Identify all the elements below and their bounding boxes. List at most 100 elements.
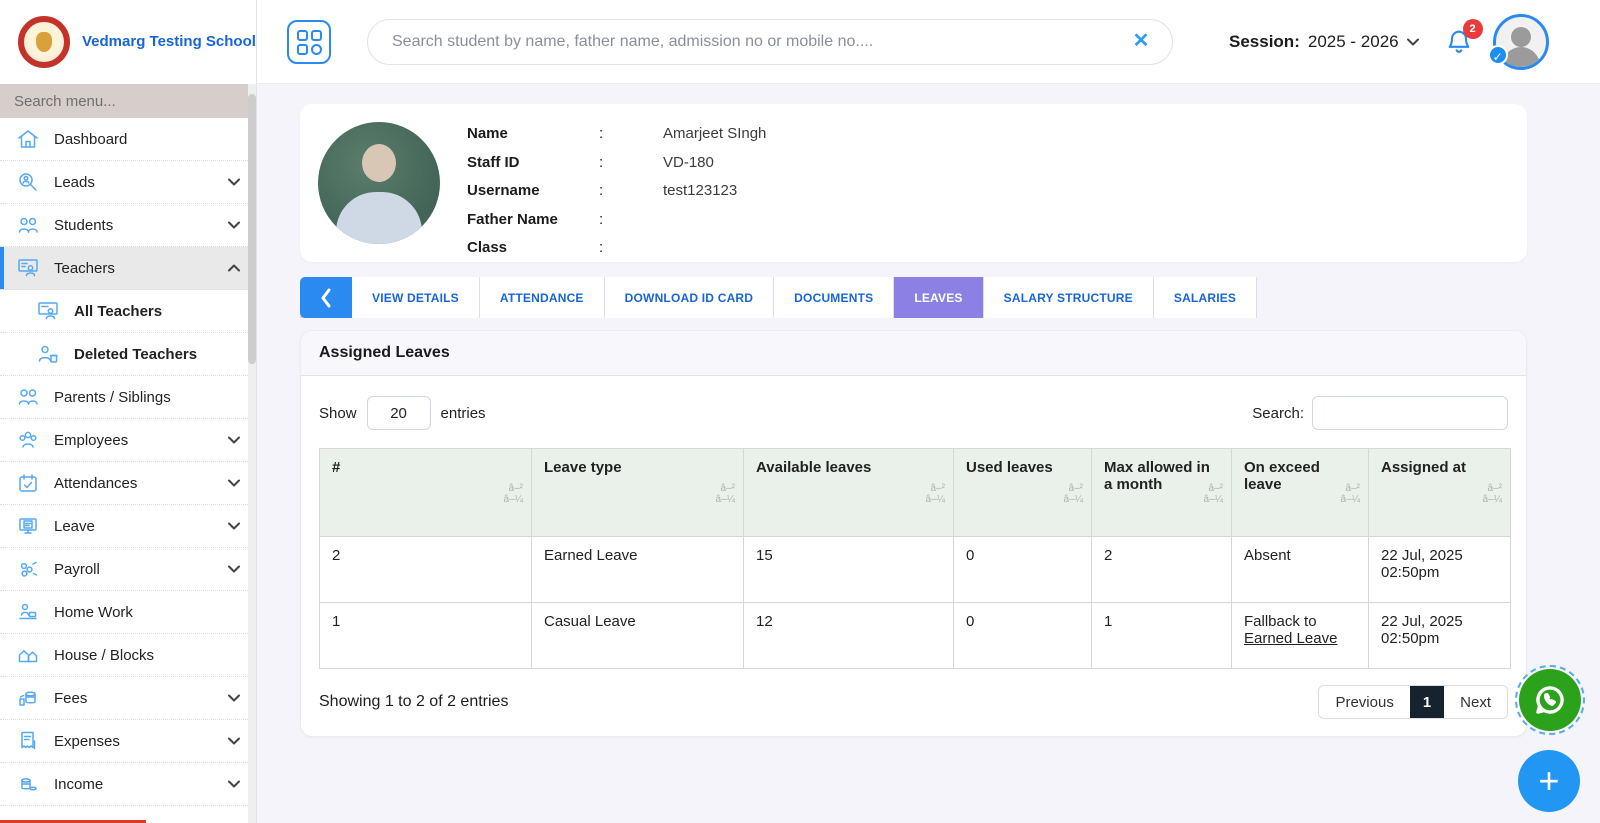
table-header-row: # â–² â–¼ Leave type â–² â–¼ Available lea…: [319, 448, 1511, 537]
global-search: ✕: [367, 19, 1173, 65]
cell-leave-type: Earned Leave: [531, 536, 744, 603]
entries-count-input[interactable]: [366, 396, 431, 430]
chevron-down-icon: [228, 737, 240, 745]
sidebar-item-leads[interactable]: Leads: [0, 161, 256, 204]
chevron-down-icon: [1406, 38, 1419, 46]
assigned-leaves-table: # â–² â–¼ Leave type â–² â–¼ Available lea…: [319, 448, 1511, 669]
menu-search-input[interactable]: [0, 84, 256, 118]
fees-coins-icon: [16, 686, 40, 710]
panel-title: Assigned Leaves: [301, 331, 1526, 376]
add-button[interactable]: +: [1518, 750, 1580, 812]
parents-icon: [16, 385, 40, 409]
header-leave-type[interactable]: Leave type â–² â–¼: [531, 448, 744, 537]
chevron-up-icon: [228, 264, 240, 272]
exceed-leave-link[interactable]: Earned Leave: [1244, 630, 1356, 647]
cell-exceed: Absent: [1231, 536, 1369, 603]
sidebar-item-students[interactable]: Students: [0, 204, 256, 247]
cell-exceed: Fallback to Earned Leave: [1231, 602, 1369, 669]
sidebar-item-house-blocks[interactable]: House / Blocks: [0, 634, 256, 677]
sidebar-item-expenses[interactable]: Expenses: [0, 720, 256, 763]
tab-salaries[interactable]: SALARIES: [1153, 277, 1258, 318]
profile-field-father-name: Father Name :: [467, 210, 604, 228]
next-page-button[interactable]: Next: [1444, 686, 1507, 718]
profile-fields: Name : Amarjeet SIngh Staff ID : VD-180 …: [467, 120, 766, 263]
profile-tabs: VIEW DETAILS ATTENDANCE DOWNLOAD ID CARD…: [300, 277, 1258, 318]
assigned-leaves-panel: Assigned Leaves Show entries Search: #: [300, 330, 1527, 737]
income-coins-icon: [16, 772, 40, 796]
sidebar-item-income[interactable]: Income: [0, 763, 256, 806]
entries-label: entries: [440, 404, 486, 422]
sort-icon: â–² â–¼: [925, 483, 945, 505]
header-used-leaves[interactable]: Used leaves â–² â–¼: [953, 448, 1092, 537]
table-row: 1 Casual Leave 12 0 1 Fallback to Earned…: [319, 602, 1511, 669]
houses-icon: [16, 643, 40, 667]
tab-salary-structure[interactable]: SALARY STRUCTURE: [983, 277, 1154, 318]
header-assigned-at[interactable]: Assigned at â–² â–¼: [1368, 448, 1511, 537]
school-logo: [18, 16, 70, 68]
entries-info: Showing 1 to 2 of 2 entries: [319, 693, 509, 710]
table-search-input[interactable]: [1312, 396, 1508, 430]
clear-search-icon[interactable]: ✕: [1131, 31, 1151, 51]
whatsapp-button[interactable]: [1515, 665, 1585, 735]
global-search-input[interactable]: [367, 19, 1173, 65]
profile-field-name: Name : Amarjeet SIngh: [467, 125, 767, 142]
sidebar-item-attendances[interactable]: Attendances: [0, 462, 256, 505]
header-max-allowed[interactable]: Max allowed in a month â–² â–¼: [1091, 448, 1232, 537]
tab-leaves[interactable]: LEAVES: [894, 277, 984, 318]
tab-attendance[interactable]: ATTENDANCE: [479, 277, 605, 318]
current-page-button[interactable]: 1: [1409, 686, 1445, 718]
user-avatar[interactable]: ✓: [1487, 14, 1549, 70]
staff-profile-card: Name : Amarjeet SIngh Staff ID : VD-180 …: [300, 104, 1527, 262]
home-icon: [16, 127, 40, 151]
apps-grid-icon: [296, 29, 322, 55]
sidebar-item-fees[interactable]: Fees: [0, 677, 256, 720]
main-content: Name : Amarjeet SIngh Staff ID : VD-180 …: [257, 84, 1600, 823]
expenses-receipt-icon: [16, 729, 40, 753]
students-icon: [16, 213, 40, 237]
sidebar-item-leave[interactable]: Leave: [0, 505, 256, 548]
sort-icon: â–² â–¼: [1340, 483, 1360, 505]
chevron-down-icon: [228, 479, 240, 487]
back-button[interactable]: [300, 277, 352, 318]
attendance-calendar-icon: [16, 471, 40, 495]
brand-area: Vedmarg Testing School: [0, 0, 257, 84]
header-num[interactable]: # â–² â–¼: [319, 448, 532, 537]
payroll-coins-icon: [16, 557, 40, 581]
sidebar-scrollbar-thumb[interactable]: [248, 94, 256, 364]
whatsapp-icon: [1519, 669, 1581, 731]
sidebar-item-parents-siblings[interactable]: Parents / Siblings: [0, 376, 256, 419]
employees-icon: [16, 428, 40, 452]
session-value: 2025 - 2026: [1307, 32, 1399, 51]
sidebar-item-all-teachers[interactable]: All Teachers: [0, 290, 256, 333]
tab-view-details[interactable]: VIEW DETAILS: [352, 277, 480, 318]
sidebar-item-teachers[interactable]: Teachers: [0, 247, 256, 290]
tab-download-id-card[interactable]: DOWNLOAD ID CARD: [604, 277, 775, 318]
notification-badge: 2: [1462, 19, 1483, 39]
apps-grid-button[interactable]: [287, 20, 331, 64]
cell-num: 2: [319, 536, 532, 603]
session-selector[interactable]: Session: 2025 - 2026: [1229, 32, 1419, 52]
lead-search-icon: [16, 170, 40, 194]
verified-badge-icon: ✓: [1487, 45, 1508, 65]
sidebar: Dashboard Leads Students Teachers All Te…: [0, 84, 257, 823]
sidebar-item-dashboard[interactable]: Dashboard: [0, 118, 256, 161]
sidebar-item-employees[interactable]: Employees: [0, 419, 256, 462]
header-available-leaves[interactable]: Available leaves â–² â–¼: [743, 448, 954, 537]
cell-leave-type: Casual Leave: [531, 602, 744, 669]
sidebar-item-home-work[interactable]: Home Work: [0, 591, 256, 634]
profile-field-username: Username : test123123: [467, 182, 738, 200]
chevron-down-icon: [228, 780, 240, 788]
top-header: Vedmarg Testing School ✕ Session: 2025 -…: [0, 0, 1600, 84]
sidebar-item-payroll[interactable]: Payroll: [0, 548, 256, 591]
cell-used: 0: [953, 602, 1092, 669]
previous-page-button[interactable]: Previous: [1319, 686, 1410, 718]
header-on-exceed[interactable]: On exceed leave â–² â–¼: [1231, 448, 1369, 537]
sort-icon: â–² â–¼: [1482, 483, 1502, 505]
tab-documents[interactable]: DOCUMENTS: [774, 277, 895, 318]
table-search-label: Search:: [1252, 404, 1304, 422]
cell-num: 1: [319, 602, 532, 669]
sidebar-item-deleted-teachers[interactable]: Deleted Teachers: [0, 333, 256, 376]
notifications-button[interactable]: 2: [1445, 19, 1483, 58]
all-teachers-icon: [36, 299, 60, 323]
cell-available: 15: [743, 536, 954, 603]
